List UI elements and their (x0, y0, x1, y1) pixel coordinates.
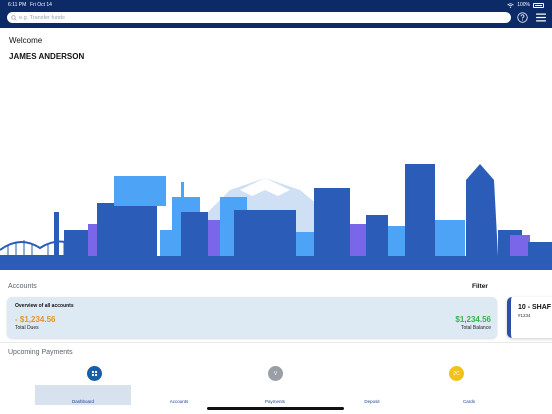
account-card[interactable]: 10 - SHAF #1234 (507, 297, 552, 338)
status-time: 6:11 PM (8, 2, 27, 8)
total-balance-value: $1,234.56 (455, 315, 491, 324)
tab-dashboard[interactable]: Dashboard (35, 385, 131, 405)
section-divider (0, 342, 552, 343)
accounts-section-title: Accounts (8, 283, 37, 290)
grid-icon (91, 370, 98, 377)
status-date: Fri Oct 14 (30, 2, 52, 8)
overview-title: Overview of all accounts (15, 303, 74, 309)
filter-button[interactable]: Filter (472, 283, 488, 290)
payee-avatar-v[interactable]: V (268, 366, 283, 381)
tab-deposit[interactable]: Deposit (324, 385, 420, 405)
battery-percent: 100% (517, 2, 530, 8)
total-balance-label: Total Balance (460, 325, 491, 331)
search-icon (11, 14, 17, 21)
payee-avatar-2c[interactable]: 2C (449, 366, 464, 381)
search-bar[interactable] (7, 12, 511, 23)
status-bar: 6:11 PM Fri Oct 14 100% (0, 0, 552, 10)
battery-icon (533, 2, 544, 8)
status-indicators: 100% (507, 2, 544, 8)
total-dues-value: - $1,234.56 (15, 315, 56, 324)
tab-payments[interactable]: Payments (227, 385, 323, 405)
upcoming-payments-title: Upcoming Payments (8, 349, 73, 356)
account-number: #1234 (518, 313, 531, 318)
payee-avatar-grid[interactable] (87, 366, 102, 381)
total-dues-label: Total Dues (15, 325, 39, 331)
wifi-icon (507, 2, 514, 8)
hamburger-menu-icon[interactable] (536, 13, 546, 22)
city-skyline-illustration (0, 164, 552, 270)
tab-cards[interactable]: Cards (421, 385, 517, 405)
app-screen: 6:11 PM Fri Oct 14 100% e.g. Transfer fu… (0, 0, 552, 414)
tab-accounts[interactable]: Accounts (131, 385, 227, 405)
header: 6:11 PM Fri Oct 14 100% (0, 0, 552, 28)
accounts-overview-card[interactable]: Overview of all accounts - $1,234.56 Tot… (7, 297, 497, 338)
help-icon[interactable] (517, 12, 528, 23)
account-name: 10 - SHAF (518, 304, 552, 311)
user-name: JAMES ANDERSON (9, 52, 85, 61)
search-input[interactable] (19, 14, 499, 21)
home-indicator[interactable] (207, 407, 344, 410)
welcome-text: Welcome (9, 36, 43, 45)
battery-level (535, 4, 542, 6)
